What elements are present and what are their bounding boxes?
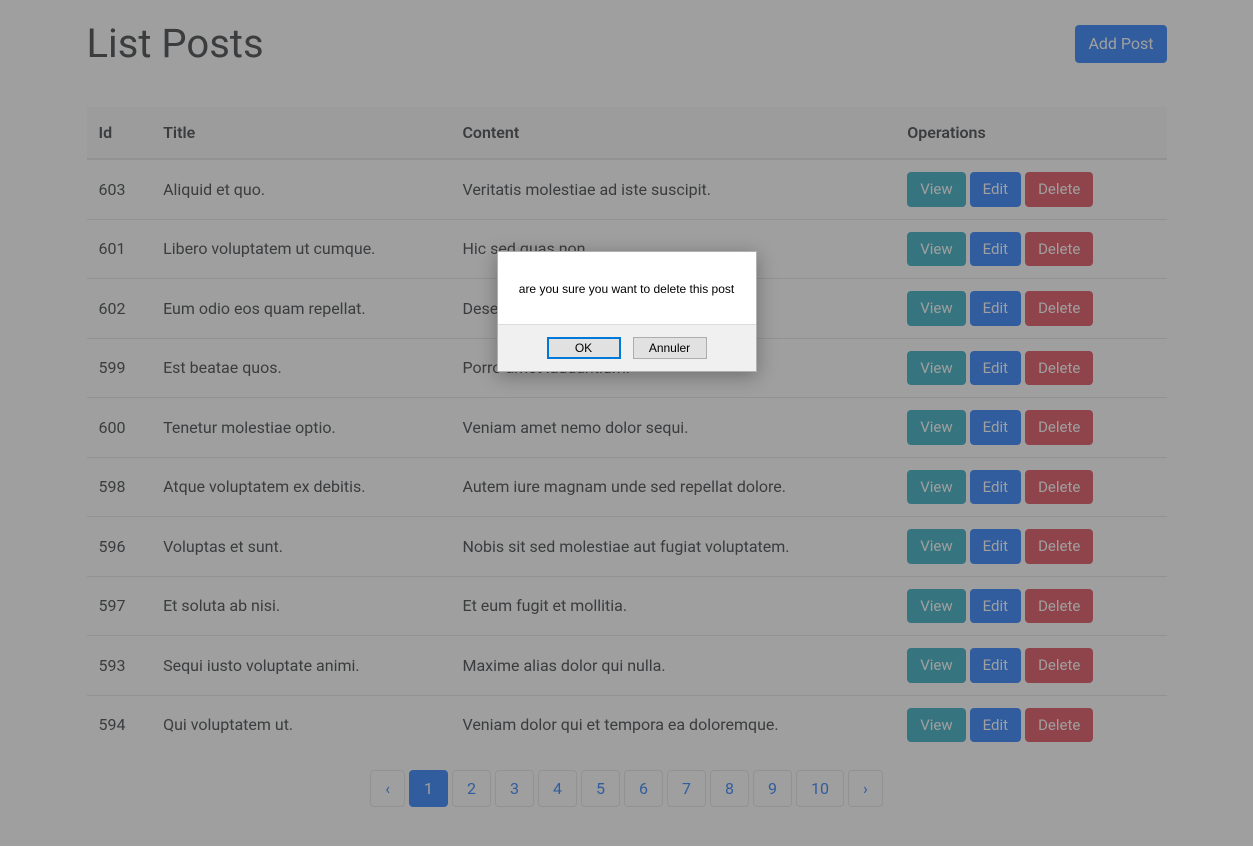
confirm-dialog: are you sure you want to delete this pos… <box>497 251 757 372</box>
dialog-ok-button[interactable]: OK <box>547 337 621 359</box>
dialog-cancel-button[interactable]: Annuler <box>633 337 707 359</box>
modal-overlay <box>0 0 1253 846</box>
dialog-message: are you sure you want to delete this pos… <box>498 252 756 324</box>
